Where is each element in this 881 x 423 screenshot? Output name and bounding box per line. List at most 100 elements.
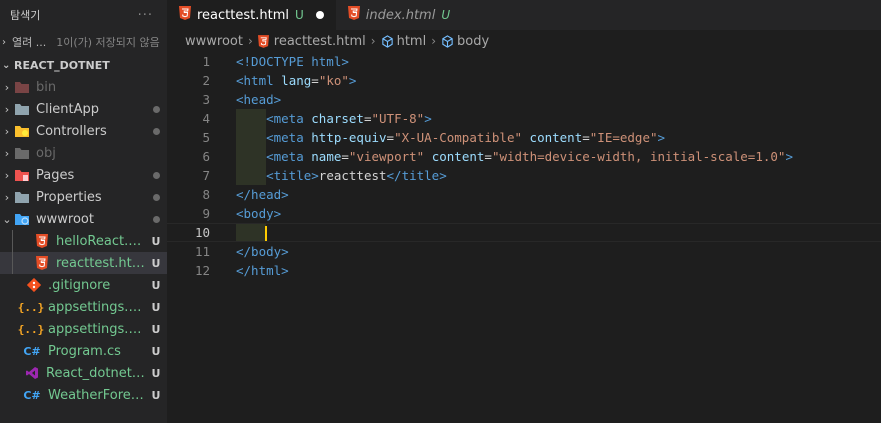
chevron-right-icon: › [4, 124, 10, 138]
code-token: charset [311, 111, 364, 126]
json-icon: {..} [17, 300, 45, 314]
pages-folder-icon [14, 167, 30, 183]
text-cursor [265, 226, 267, 241]
untracked-badge: U [151, 322, 161, 336]
tree-item-label: helloReact.h... [56, 233, 145, 249]
tree-item-csproj[interactable]: React_dotnet.... U [0, 362, 167, 384]
tree-item-label: reacttest.html [56, 255, 145, 271]
line-number: 6 [202, 149, 210, 164]
line-number: 8 [202, 187, 210, 202]
breadcrumb: wwwroot › reacttest.html › html › body [167, 30, 881, 52]
code-token: <head> [236, 92, 282, 107]
code-token: "IE=edge" [589, 130, 658, 145]
chevron-right-icon: › [4, 146, 10, 160]
untracked-badge: U [151, 234, 161, 248]
tree-item-helloreact[interactable]: helloReact.h... U [0, 230, 167, 252]
code-line[interactable]: 1 <!DOCTYPE html> [167, 52, 881, 71]
code-editor[interactable]: 1 <!DOCTYPE html> 2 <html lang="ko"> 3 <… [167, 52, 881, 280]
breadcrumb-item-file[interactable]: reacttest.html [274, 34, 366, 49]
untracked-badge: U [151, 300, 161, 314]
untracked-badge: U [441, 8, 451, 22]
tab-index[interactable]: index.html U [336, 0, 462, 30]
project-name: REACT_DOTNET [14, 58, 110, 72]
tree-item-reacttest[interactable]: reacttest.html U [0, 252, 167, 274]
tab-reacttest[interactable]: reacttest.html U [167, 0, 336, 30]
code-line[interactable]: 3 <head> [167, 90, 881, 109]
tree-item-obj[interactable]: › obj [0, 142, 167, 164]
code-line[interactable]: 6 <meta name="viewport" content="width=d… [167, 147, 881, 166]
breadcrumb-item-body[interactable]: body [457, 34, 489, 49]
code-line[interactable]: 4 <meta charset="UTF-8"> [167, 109, 881, 128]
tree-item-program-cs[interactable]: C# Program.cs U [0, 340, 167, 362]
explorer-header: 탐색기 ··· [0, 0, 167, 30]
code-line[interactable]: 11 </body> [167, 242, 881, 261]
code-token: = [582, 130, 590, 145]
html-file-icon [257, 34, 269, 48]
tree-item-bin[interactable]: › bin [0, 76, 167, 98]
untracked-badge: U [151, 278, 161, 292]
code-token: lang [281, 73, 312, 88]
untracked-badge: U [151, 366, 161, 380]
tree-item-label: wwwroot [36, 211, 94, 227]
untracked-badge: U [151, 388, 161, 402]
tree-item-wwwroot[interactable]: ⌄ wwwroot [0, 208, 167, 230]
unsaved-dot-icon[interactable] [315, 11, 324, 19]
code-token: > [785, 149, 793, 164]
tree-item-label: Controllers [36, 123, 107, 139]
tree-item-label: obj [36, 145, 56, 161]
tree-item-appsettings-dev[interactable]: {..} appsettings.D... U [0, 296, 167, 318]
modified-dot-icon [145, 103, 167, 116]
code-token: </html> [236, 263, 289, 278]
tree-item-label: appsettings.js... [48, 321, 145, 337]
code-line[interactable]: 9 <body> [167, 204, 881, 223]
code-token: </title> [386, 168, 447, 183]
code-token: <meta [266, 149, 304, 164]
modified-dot-icon [145, 125, 167, 138]
code-token: = [363, 111, 372, 126]
tree-item-properties[interactable]: › Properties [0, 186, 167, 208]
code-line[interactable]: 12 </html> [167, 261, 881, 280]
line-number: 4 [202, 111, 210, 126]
breadcrumb-item-html[interactable]: html [397, 34, 427, 49]
code-line[interactable]: 7 <title>reacttest</title> [167, 166, 881, 185]
project-section[interactable]: ⌄ REACT_DOTNET [0, 54, 167, 76]
code-token: = [311, 73, 319, 88]
tree-item-gitignore[interactable]: .gitignore U [0, 274, 167, 296]
code-token: <meta [266, 130, 304, 145]
tree-item-clientapp[interactable]: › ClientApp [0, 98, 167, 120]
html-file-icon [347, 6, 360, 24]
more-actions-icon[interactable]: ··· [138, 8, 153, 23]
indent-guide [12, 230, 13, 252]
code-token: </head> [236, 187, 289, 202]
cube-icon [441, 34, 454, 48]
code-line[interactable]: 8 </head> [167, 185, 881, 204]
chevron-right-icon: › [4, 190, 10, 204]
code-token: = [386, 130, 395, 145]
code-line-current[interactable]: 10 [167, 223, 881, 242]
csharp-icon: C# [23, 388, 41, 402]
chevron-right-icon: › [2, 36, 6, 48]
code-token: http-equiv [311, 130, 387, 145]
line-number: 5 [202, 130, 210, 145]
tree-item-pages[interactable]: › Pages [0, 164, 167, 186]
code-token: name [311, 149, 342, 164]
tree-item-weatherforecast[interactable]: C# WeatherForec... U [0, 384, 167, 406]
chevron-right-icon: › [4, 102, 10, 116]
code-token: <meta [266, 111, 304, 126]
code-token: content [431, 149, 485, 164]
json-icon: {..} [17, 322, 45, 336]
tree-item-appsettings[interactable]: {..} appsettings.js... U [0, 318, 167, 340]
tree-item-label: Program.cs [48, 343, 121, 359]
code-token: "UTF-8" [371, 111, 425, 126]
chevron-down-icon: ⌄ [2, 59, 11, 71]
explorer-title: 탐색기 [10, 9, 41, 22]
line-number: 9 [202, 206, 210, 221]
code-line[interactable]: 2 <html lang="ko"> [167, 71, 881, 90]
code-line[interactable]: 5 <meta http-equiv="X-UA-Compatible" con… [167, 128, 881, 147]
tree-item-controllers[interactable]: › Controllers [0, 120, 167, 142]
code-token: <title> [266, 168, 319, 183]
tree-item-label: appsettings.D... [48, 299, 145, 315]
open-editors-section[interactable]: › 열려 ... 1이(가) 저장되지 않음 [0, 30, 167, 54]
breadcrumb-item-wwwroot[interactable]: wwwroot [185, 34, 243, 49]
